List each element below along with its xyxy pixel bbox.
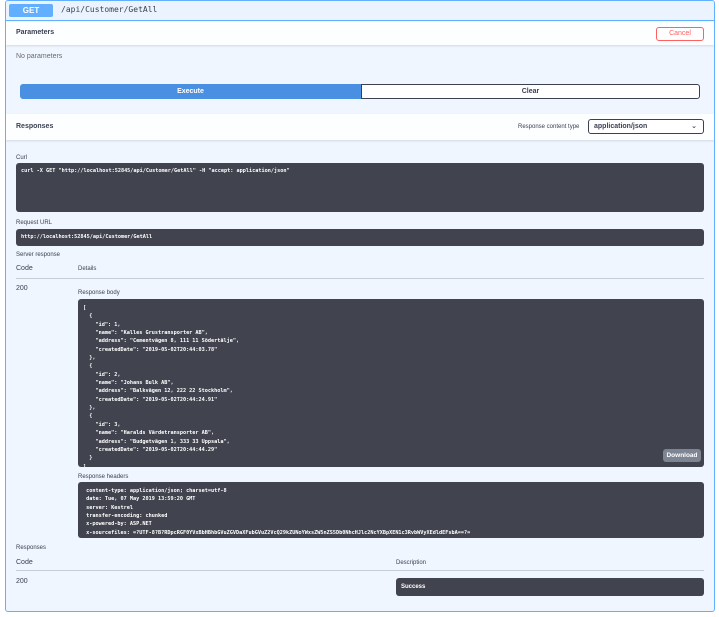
response-body-box[interactable]: [ { "id": 1, "name": "Kalles Grustranspo…: [78, 299, 704, 467]
response-content-type-select[interactable]: application/json ⌄: [588, 119, 704, 134]
response-headers-label: Response headers: [78, 474, 129, 480]
request-url-label: Request URL: [16, 220, 53, 226]
divider: [16, 570, 704, 571]
download-button[interactable]: Download: [663, 449, 701, 462]
request-url-box[interactable]: http://localhost:52845/api/Customer/GetA…: [16, 229, 704, 246]
no-parameters-text: No parameters: [16, 53, 63, 60]
responses-code-header: Code: [16, 559, 33, 566]
server-response-details-header: Details: [78, 266, 97, 272]
server-response-code: 200: [16, 285, 28, 292]
response-headers-box[interactable]: content-type: application/json; charset=…: [78, 482, 704, 538]
responses-title: Responses: [16, 123, 54, 130]
selected-content-type: application/json: [594, 123, 648, 130]
curl-label: Curl: [16, 155, 28, 161]
execute-button[interactable]: Execute: [20, 84, 361, 99]
curl-command-box[interactable]: curl -X GET "http://localhost:52845/api/…: [16, 163, 704, 212]
operation-summary[interactable]: GET /api/Customer/GetAll: [6, 1, 714, 21]
responses-code: 200: [16, 578, 28, 585]
server-response-code-header: Code: [16, 265, 33, 272]
server-response-label: Server response: [16, 252, 61, 258]
responses-table-label: Responses: [16, 545, 47, 551]
clear-button[interactable]: Clear: [361, 84, 700, 99]
cancel-button[interactable]: Cancel: [656, 27, 704, 41]
operation-path: /api/Customer/GetAll: [61, 5, 158, 14]
response-body-label: Response body: [78, 290, 120, 296]
parameters-header: Parameters Cancel: [6, 22, 714, 45]
divider: [16, 278, 704, 279]
parameters-title: Parameters: [16, 29, 55, 36]
chevron-down-icon: ⌄: [691, 123, 697, 130]
responses-description-header: Description: [396, 560, 427, 566]
response-description-box: Success: [396, 578, 704, 596]
operation-block: GET /api/Customer/GetAll Parameters Canc…: [5, 0, 715, 612]
http-method-badge: GET: [9, 4, 53, 17]
response-content-type-label: Response content type: [518, 124, 580, 130]
